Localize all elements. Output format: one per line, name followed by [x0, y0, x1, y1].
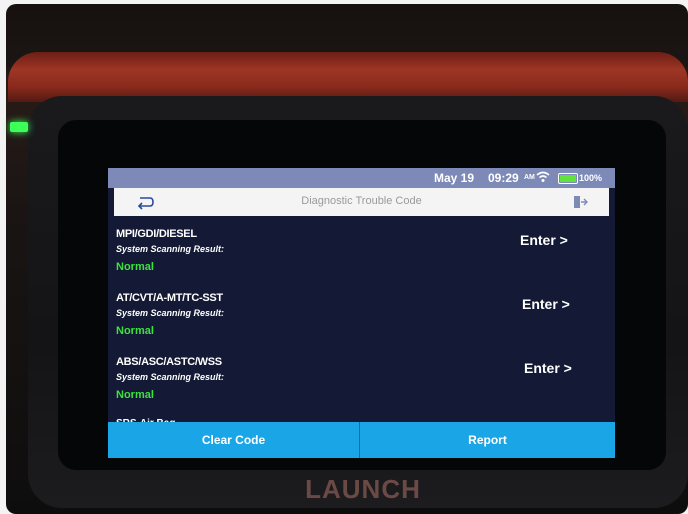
system-name: AT/CVT/A-MT/TC-SST: [116, 292, 223, 304]
battery-fill: [560, 175, 576, 182]
status-bar: May 19 09:29 AM 100%: [108, 168, 615, 188]
status-time: 09:29: [488, 171, 519, 185]
page-title: Diagnostic Trouble Code: [301, 195, 422, 207]
device-brand-logo: LAUNCH: [305, 474, 421, 504]
diagnostic-screen: May 19 09:29 AM 100% Diagnostic Trouble …: [108, 168, 615, 458]
clear-code-button[interactable]: Clear Code: [108, 422, 359, 458]
battery-icon: [558, 173, 578, 184]
enter-button[interactable]: Enter >: [522, 296, 570, 312]
system-row-1: MPI/GDI/DIESEL System Scanning Result: N…: [108, 228, 615, 292]
wifi-icon: [536, 171, 550, 182]
system-row-3: ABS/ASC/ASTC/WSS System Scanning Result:…: [108, 356, 615, 420]
status-date: May 19: [434, 171, 475, 185]
title-bar: Diagnostic Trouble Code: [114, 188, 609, 216]
enter-button[interactable]: Enter >: [520, 232, 568, 248]
exit-icon[interactable]: [572, 194, 588, 210]
system-name: ABS/ASC/ASTC/WSS: [116, 356, 222, 368]
scan-status: Normal: [116, 325, 154, 337]
scan-status: Normal: [116, 261, 154, 273]
battery-level: 100%: [579, 173, 603, 183]
status-ampm: AM: [524, 174, 535, 181]
scan-result-label: System Scanning Result:: [116, 244, 225, 254]
system-name: MPI/GDI/DIESEL: [116, 228, 197, 240]
system-row-2: AT/CVT/A-MT/TC-SST System Scanning Resul…: [108, 292, 615, 356]
scan-result-label: System Scanning Result:: [116, 308, 225, 318]
report-button[interactable]: Report: [360, 422, 615, 458]
scan-result-label: System Scanning Result:: [116, 372, 225, 382]
scan-status: Normal: [116, 389, 154, 401]
enter-button[interactable]: Enter >: [524, 360, 572, 376]
action-bar: Clear Code Report: [108, 422, 615, 458]
device-bumper: [8, 52, 688, 102]
power-led-icon: [10, 122, 28, 132]
